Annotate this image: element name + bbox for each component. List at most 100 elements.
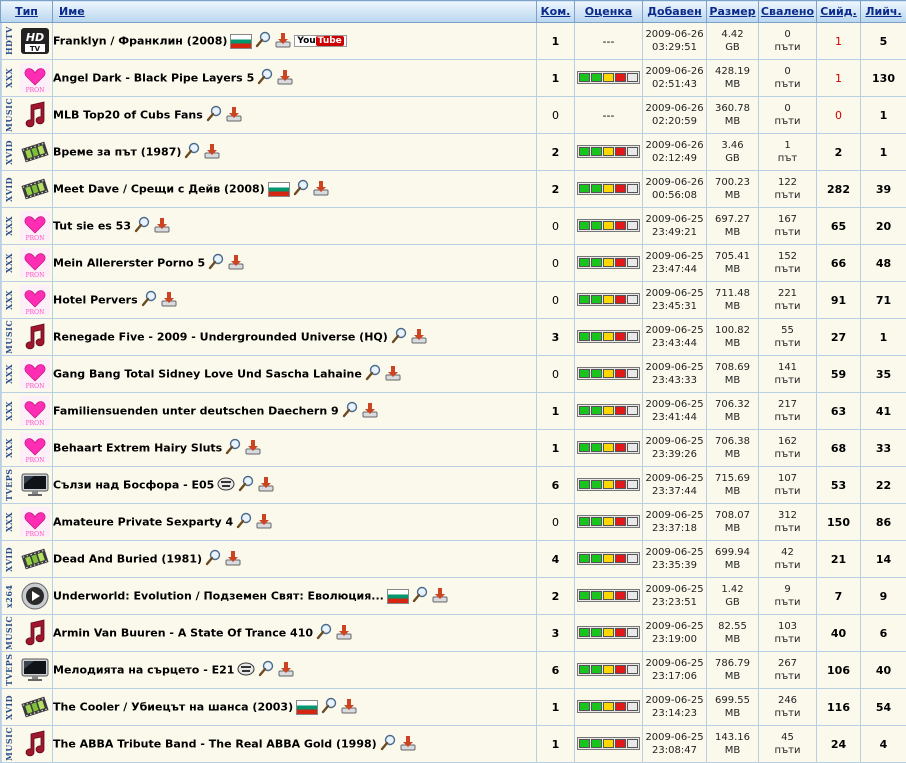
comments-count[interactable]: 0	[537, 356, 575, 393]
seeders-count[interactable]: 1	[817, 23, 861, 60]
film-icon[interactable]	[20, 544, 50, 574]
comments-count[interactable]: 4	[537, 541, 575, 578]
type-cell[interactable]: XXXPRON	[1, 208, 53, 245]
monitor-icon[interactable]	[20, 470, 50, 500]
youtube-icon[interactable]: YouTube	[294, 35, 346, 47]
header-size[interactable]: Размер	[707, 1, 759, 23]
download-icon[interactable]	[400, 735, 416, 754]
torrent-name-link[interactable]: Behaart Extrem Hairy Sluts	[53, 442, 222, 455]
leechers-count[interactable]: 86	[861, 504, 906, 541]
header-downloaded[interactable]: Свалено	[759, 1, 817, 23]
music-note-icon[interactable]	[20, 618, 50, 648]
type-cell[interactable]: MUSIC	[1, 97, 53, 134]
magnifier-icon[interactable]	[258, 660, 275, 680]
comments-count[interactable]: 3	[537, 615, 575, 652]
comments-count[interactable]: 6	[537, 467, 575, 504]
leechers-count[interactable]: 130	[861, 60, 906, 97]
download-icon[interactable]	[362, 402, 378, 421]
torrent-name-link[interactable]: Franklyn / Франклин (2008)	[53, 35, 227, 48]
leechers-count[interactable]: 48	[861, 245, 906, 282]
download-icon[interactable]	[256, 513, 272, 532]
download-icon[interactable]	[228, 254, 244, 273]
download-icon[interactable]	[341, 698, 357, 717]
type-cell[interactable]: TVEPS	[1, 467, 53, 504]
type-cell[interactable]: XVID	[1, 171, 53, 208]
torrent-name-link[interactable]: Gang Bang Total Sidney Love Und Sascha L…	[53, 368, 362, 381]
type-cell[interactable]: MUSIC	[1, 319, 53, 356]
seeders-count[interactable]: 282	[817, 171, 861, 208]
comments-count[interactable]: 1	[537, 689, 575, 726]
type-cell[interactable]: x264	[1, 578, 53, 615]
magnifier-icon[interactable]	[225, 438, 242, 458]
type-cell[interactable]: XXXPRON	[1, 60, 53, 97]
heart-icon[interactable]: PRON	[20, 359, 50, 389]
magnifier-icon[interactable]	[316, 623, 333, 643]
download-icon[interactable]	[275, 32, 291, 51]
seeders-count[interactable]: 24	[817, 726, 861, 763]
type-cell[interactable]: MUSIC	[1, 726, 53, 763]
download-icon[interactable]	[411, 328, 427, 347]
seeders-count[interactable]: 40	[817, 615, 861, 652]
header-seeders[interactable]: Сийд.	[817, 1, 861, 23]
magnifier-icon[interactable]	[236, 512, 253, 532]
leechers-count[interactable]: 9	[861, 578, 906, 615]
seeders-count[interactable]: 0	[817, 97, 861, 134]
heart-icon[interactable]: PRON	[20, 248, 50, 278]
magnifier-icon[interactable]	[257, 68, 274, 88]
music-note-icon[interactable]	[20, 729, 50, 759]
type-cell[interactable]: TVEPS	[1, 652, 53, 689]
magnifier-icon[interactable]	[184, 142, 201, 162]
download-icon[interactable]	[432, 587, 448, 606]
magnifier-icon[interactable]	[342, 401, 359, 421]
comments-count[interactable]: 1	[537, 726, 575, 763]
magnifier-icon[interactable]	[208, 253, 225, 273]
torrent-name-link[interactable]: Mein Allererster Porno 5	[53, 257, 205, 270]
heart-icon[interactable]: PRON	[20, 433, 50, 463]
seeders-count[interactable]: 63	[817, 393, 861, 430]
comments-count[interactable]: 2	[537, 171, 575, 208]
seeders-count[interactable]: 91	[817, 282, 861, 319]
comments-count[interactable]: 0	[537, 97, 575, 134]
leechers-count[interactable]: 40	[861, 652, 906, 689]
header-comments[interactable]: Ком.	[537, 1, 575, 23]
magnifier-icon[interactable]	[412, 586, 429, 606]
download-icon[interactable]	[226, 106, 242, 125]
seeders-count[interactable]: 116	[817, 689, 861, 726]
heart-icon[interactable]: PRON	[20, 507, 50, 537]
type-cell[interactable]: XXXPRON	[1, 504, 53, 541]
comments-count[interactable]: 0	[537, 504, 575, 541]
film-icon[interactable]	[20, 174, 50, 204]
seeders-count[interactable]: 7	[817, 578, 861, 615]
torrent-name-link[interactable]: The ABBA Tribute Band - The Real ABBA Go…	[53, 738, 377, 751]
torrent-name-link[interactable]: Tut sie es 53	[53, 220, 131, 233]
type-cell[interactable]: HDTVHDTV	[1, 23, 53, 60]
hd-tv-icon[interactable]: HDTV	[20, 26, 50, 56]
monitor-icon[interactable]	[20, 655, 50, 685]
seeders-count[interactable]: 65	[817, 208, 861, 245]
heart-icon[interactable]: PRON	[20, 63, 50, 93]
magnifier-icon[interactable]	[255, 31, 272, 51]
music-note-icon[interactable]	[20, 322, 50, 352]
heart-icon[interactable]: PRON	[20, 396, 50, 426]
leechers-count[interactable]: 71	[861, 282, 906, 319]
leechers-count[interactable]: 54	[861, 689, 906, 726]
download-icon[interactable]	[161, 291, 177, 310]
play-disc-icon[interactable]	[20, 581, 50, 611]
comments-count[interactable]: 0	[537, 208, 575, 245]
leechers-count[interactable]: 39	[861, 171, 906, 208]
seeders-count[interactable]: 21	[817, 541, 861, 578]
comments-count[interactable]: 3	[537, 319, 575, 356]
seeders-count[interactable]: 2	[817, 134, 861, 171]
type-cell[interactable]: XVID	[1, 541, 53, 578]
comments-count[interactable]: 0	[537, 282, 575, 319]
download-icon[interactable]	[278, 661, 294, 680]
type-cell[interactable]: XXXPRON	[1, 430, 53, 467]
leechers-count[interactable]: 41	[861, 393, 906, 430]
download-icon[interactable]	[225, 550, 241, 569]
magnifier-icon[interactable]	[365, 364, 382, 384]
magnifier-icon[interactable]	[141, 290, 158, 310]
header-leechers[interactable]: Лийч.	[861, 1, 906, 23]
torrent-name-link[interactable]: Сълзи над Босфора - E05	[53, 479, 214, 492]
torrent-name-link[interactable]: Familiensuenden unter deutschen Daechern…	[53, 405, 339, 418]
torrent-name-link[interactable]: Amateure Private Sexparty 4	[53, 516, 233, 529]
